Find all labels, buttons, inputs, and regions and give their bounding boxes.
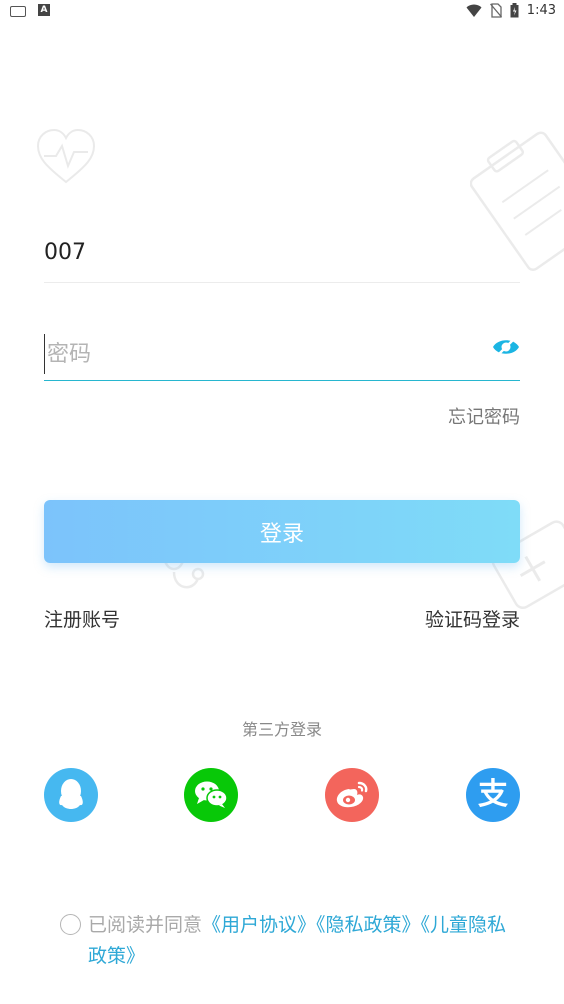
agreement-text: 已阅读并同意《用户协议》《隐私政策》《儿童隐私政策》: [88, 910, 508, 972]
battery-icon: [510, 3, 519, 18]
status-bar: A 1:43: [0, 0, 564, 24]
wechat-login-button[interactable]: [184, 768, 238, 822]
alipay-icon: 支: [478, 777, 508, 812]
qq-icon: [59, 779, 83, 809]
weibo-login-button[interactable]: [325, 768, 379, 822]
password-field[interactable]: [44, 330, 520, 381]
agreement-radio[interactable]: [60, 914, 81, 935]
weibo-icon: [336, 781, 368, 808]
keyboard-icon: [10, 5, 26, 17]
no-sim-icon: [489, 3, 502, 18]
register-link[interactable]: 注册账号: [44, 605, 120, 632]
password-input[interactable]: [44, 334, 477, 374]
wifi-icon: [466, 4, 482, 17]
status-time: 1:43: [526, 3, 556, 18]
agreement-prefix: 已阅读并同意: [88, 914, 203, 936]
eye-toggle-icon[interactable]: [492, 336, 520, 358]
privacy-policy-link[interactable]: 《隐私政策》: [316, 914, 421, 936]
wechat-icon: [195, 781, 228, 808]
alipay-login-button[interactable]: 支: [466, 768, 520, 822]
status-left: A: [10, 4, 50, 17]
a-icon: A: [38, 4, 50, 16]
user-agreement-link[interactable]: 《用户协议》: [202, 914, 316, 936]
sms-login-link[interactable]: 验证码登录: [425, 605, 520, 632]
login-button[interactable]: 登录: [44, 500, 520, 563]
heart-decoration-icon: [36, 128, 96, 184]
third-party-title: 第三方登录: [241, 720, 322, 739]
forgot-password-link[interactable]: 忘记密码: [448, 403, 520, 429]
account-value: 007: [44, 240, 86, 265]
status-right: 1:43: [466, 3, 556, 18]
account-field[interactable]: 007: [44, 230, 520, 283]
qq-login-button[interactable]: [44, 768, 98, 822]
